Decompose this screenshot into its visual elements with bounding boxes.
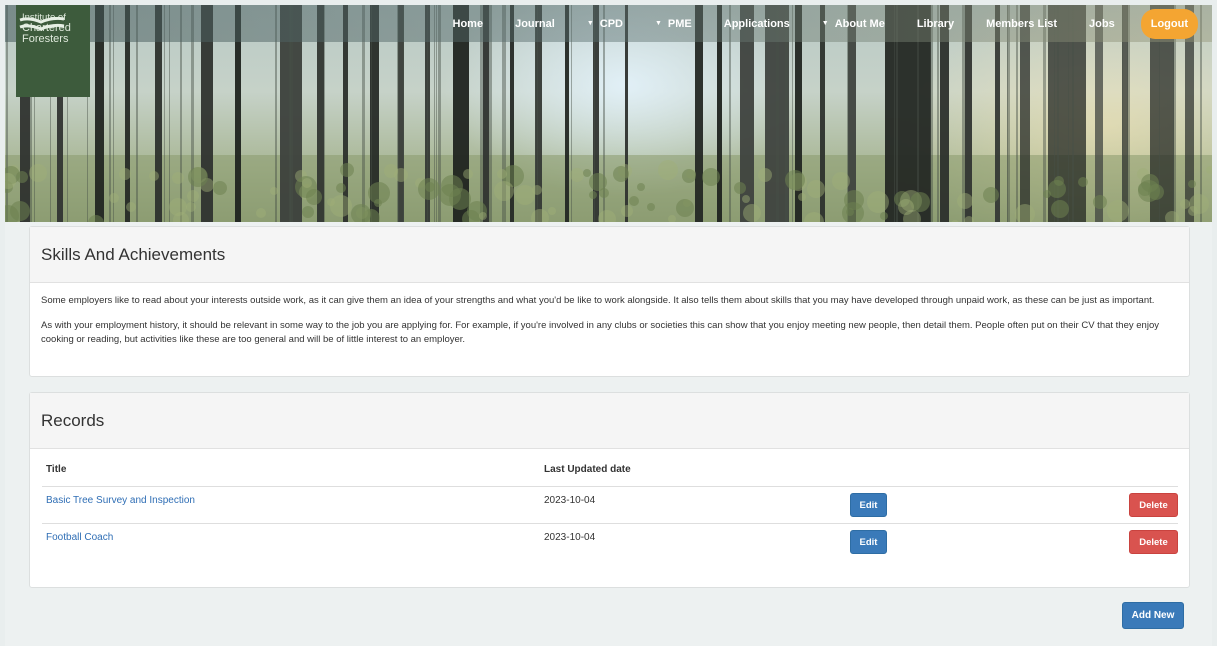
nav-item-label: Jobs [1089, 17, 1115, 30]
nav-item-label: Applications [723, 17, 790, 30]
nav-menu: Home Journal ▼ CPD ▼ PME Applications ▼ About Me… [437, 5, 1198, 42]
edit-button[interactable]: Edit [850, 530, 887, 554]
logout-button[interactable]: Logout [1140, 8, 1198, 39]
records-panel-header: Records [30, 393, 1189, 449]
skills-title: Skills And Achievements [41, 244, 226, 264]
logo-text-line3: Foresters [22, 33, 69, 45]
nav-item-applications[interactable]: Applications [708, 18, 806, 30]
records-panel: Records Title Last Updated date Basic Tr… [29, 392, 1190, 588]
hero-banner: Home Journal ▼ CPD ▼ PME Applications ▼ About Me… [5, 5, 1212, 222]
caret-down-icon: ▼ [654, 20, 662, 27]
delete-button[interactable]: Delete [1129, 493, 1178, 517]
records-table: Title Last Updated date Basic Tree Surve… [42, 460, 1178, 560]
nav-item-jobs[interactable]: Jobs [1073, 18, 1131, 30]
nav-item-library[interactable]: Library [901, 18, 970, 30]
records-title: Records [41, 410, 105, 430]
nav-item-about-me[interactable]: ▼ About Me [806, 18, 901, 30]
record-title-link[interactable]: Basic Tree Survey and Inspection [46, 495, 195, 506]
site-logo[interactable]: Institute of Chartered Foresters [16, 5, 90, 97]
edit-button[interactable]: Edit [850, 493, 887, 517]
skills-panel-header: Skills And Achievements [30, 227, 1189, 283]
skills-paragraph-1: Some employers like to read about your i… [41, 295, 1155, 306]
nav-item-label: Home [452, 17, 484, 30]
nav-item-members-list[interactable]: Members List [970, 18, 1073, 30]
top-navbar: Home Journal ▼ CPD ▼ PME Applications ▼ About Me… [5, 5, 1212, 42]
record-title-link[interactable]: Football Coach [46, 532, 113, 543]
table-header-row: Title Last Updated date [42, 460, 1178, 486]
skills-paragraph-2: As with your employment history, it shou… [41, 320, 1159, 345]
table-row: Football Coach 2023-10-04 Edit Delete [42, 523, 1178, 560]
nav-item-label: CPD [599, 17, 623, 30]
nav-item-pme[interactable]: ▼ PME [639, 18, 708, 30]
add-new-button[interactable]: Add New [1122, 602, 1184, 629]
nav-item-label: Journal [515, 17, 555, 30]
caret-down-icon: ▼ [586, 20, 594, 27]
skills-panel: Skills And Achievements Some employers l… [29, 226, 1190, 377]
nav-item-journal[interactable]: Journal [499, 18, 571, 30]
nav-item-home[interactable]: Home [437, 18, 500, 30]
nav-item-label: Library [916, 17, 955, 30]
skills-description: Some employers like to read about your i… [30, 283, 1189, 369]
record-date: 2023-10-04 [544, 532, 596, 543]
record-date: 2023-10-04 [544, 495, 596, 506]
caret-down-icon: ▼ [821, 20, 829, 27]
column-header-title: Title [46, 464, 67, 475]
column-header-date: Last Updated date [544, 464, 631, 475]
delete-button[interactable]: Delete [1129, 530, 1178, 554]
logo-mark-icon [19, 17, 65, 31]
nav-item-cpd[interactable]: ▼ CPD [571, 18, 639, 30]
nav-item-label: About Me [834, 17, 885, 30]
nav-item-label: PME [667, 17, 692, 30]
table-row: Basic Tree Survey and Inspection 2023-10… [42, 486, 1178, 523]
nav-item-label: Members List [986, 17, 1058, 30]
